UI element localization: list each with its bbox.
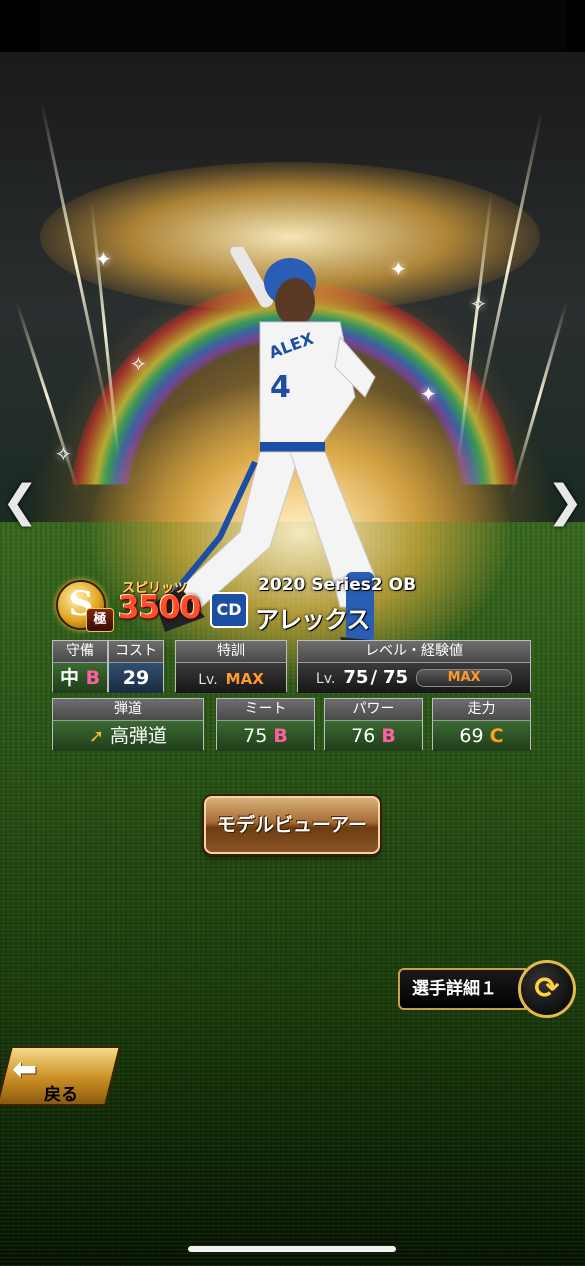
level-current: 75 bbox=[343, 667, 369, 688]
speed-number: 69 bbox=[459, 725, 484, 747]
defense-label: 守備 bbox=[53, 641, 107, 663]
trajectory-box: 弾道 ➚ 高弾道 bbox=[52, 698, 204, 751]
trajectory-label: 弾道 bbox=[53, 699, 203, 721]
back-arrow-icon[interactable]: ⬅ bbox=[12, 1052, 37, 1087]
cost-box: コスト 29 bbox=[108, 640, 164, 693]
exp-bar: MAX bbox=[416, 669, 513, 687]
sparkle-icon: ✧ bbox=[470, 292, 487, 316]
back-label[interactable]: 戻る bbox=[44, 1080, 78, 1105]
level-max: 75 bbox=[383, 667, 409, 688]
card-series: 2020 Series2 OB bbox=[258, 575, 417, 595]
player-name: アレックス bbox=[255, 606, 370, 634]
sparkle-icon: ✧ bbox=[55, 442, 72, 466]
special-training-lv-prefix: Lv. bbox=[198, 672, 218, 688]
prev-card-arrow[interactable]: ❮ bbox=[0, 472, 40, 532]
chevron-left-icon: ❮ bbox=[1, 476, 39, 527]
speed-box: 走力 69 C bbox=[432, 698, 531, 751]
trajectory-value: ➚ 高弾道 bbox=[53, 721, 203, 751]
chevron-right-icon: ❯ bbox=[546, 476, 584, 527]
defense-position: 中 bbox=[59, 667, 79, 689]
speed-value: 69 C bbox=[433, 721, 530, 751]
rank-sub-badge: 極 bbox=[86, 608, 114, 632]
speed-grade: C bbox=[489, 725, 504, 747]
level-exp-value: Lv. 75/75 MAX bbox=[298, 663, 530, 693]
cost-value: 29 bbox=[109, 663, 163, 693]
special-training-value: Lv. MAX bbox=[176, 663, 286, 693]
sparkle-icon: ✦ bbox=[95, 247, 112, 271]
team-logo-icon: CD bbox=[210, 592, 248, 628]
status-bar bbox=[40, 0, 567, 52]
home-indicator[interactable] bbox=[188, 1246, 396, 1252]
power-label: パワー bbox=[325, 699, 422, 721]
sparkle-icon: ✧ bbox=[130, 352, 147, 376]
level-slash: / bbox=[370, 667, 378, 688]
defense-value: 中 B bbox=[53, 663, 107, 693]
level-exp-box: レベル・経験値 Lv. 75/75 MAX bbox=[297, 640, 531, 693]
trajectory-arrow-icon: ➚ bbox=[88, 726, 105, 747]
power-number: 76 bbox=[351, 725, 376, 747]
power-grade: B bbox=[381, 725, 396, 747]
level-exp-label: レベル・経験値 bbox=[298, 641, 530, 663]
defense-box: 守備 中 B bbox=[52, 640, 108, 693]
meet-label: ミート bbox=[217, 699, 314, 721]
speed-label: 走力 bbox=[433, 699, 530, 721]
meet-value: 75 B bbox=[217, 721, 314, 751]
spirits-value: 3500 bbox=[118, 590, 201, 626]
special-training-max: MAX bbox=[225, 670, 264, 688]
power-value: 76 B bbox=[325, 721, 422, 751]
meet-number: 75 bbox=[243, 725, 268, 747]
power-box: パワー 76 B bbox=[324, 698, 423, 751]
model-viewer-button[interactable]: モデルビューアー bbox=[204, 796, 380, 854]
player-detail-tab[interactable]: 選手詳細１ bbox=[398, 968, 526, 1010]
special-training-box: 特訓 Lv. MAX bbox=[175, 640, 287, 693]
meet-grade: B bbox=[273, 725, 288, 747]
cycle-arrows-icon: ⟳ bbox=[534, 971, 560, 1006]
level-lv-prefix: Lv. bbox=[315, 671, 336, 687]
light-ray bbox=[509, 301, 568, 495]
jersey-number: 4 bbox=[270, 370, 291, 405]
trajectory-text: 高弾道 bbox=[110, 725, 168, 747]
defense-grade: B bbox=[85, 667, 101, 689]
cycle-detail-button[interactable]: ⟳ bbox=[518, 960, 576, 1018]
special-training-label: 特訓 bbox=[176, 641, 286, 663]
meet-box: ミート 75 B bbox=[216, 698, 315, 751]
cost-label: コスト bbox=[109, 641, 163, 663]
next-card-arrow[interactable]: ❯ bbox=[545, 472, 585, 532]
